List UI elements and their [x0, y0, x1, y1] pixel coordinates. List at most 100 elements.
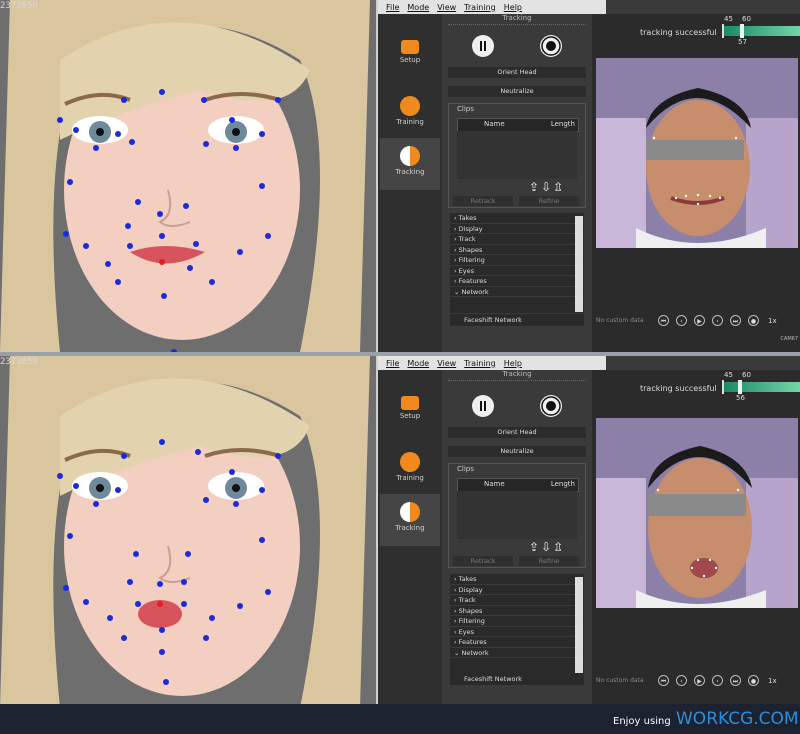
accordion-filtering[interactable]: › Filtering: [450, 255, 584, 266]
menu-mode[interactable]: Mode: [407, 359, 429, 368]
retrack-button[interactable]: Retrack: [453, 556, 513, 566]
pause-button[interactable]: [472, 35, 494, 57]
accordion-scrollbar[interactable]: [575, 216, 583, 312]
sidebar-item-training[interactable]: Training: [380, 444, 440, 496]
upload-icon[interactable]: ⇪: [529, 180, 541, 194]
avatar-viewport[interactable]: 2373050: [0, 0, 376, 352]
orient-head-button[interactable]: Orient Head: [448, 427, 586, 438]
clips-col-length[interactable]: Length: [551, 480, 575, 488]
play-button[interactable]: ▶: [694, 315, 705, 326]
loop-button[interactable]: ●: [748, 675, 759, 686]
step-back-button[interactable]: ‹: [676, 675, 687, 686]
menu-help[interactable]: Help: [504, 359, 522, 368]
accordion-takes[interactable]: › Takes: [450, 213, 584, 224]
upload-icon[interactable]: ⇪: [529, 540, 541, 554]
export-icon[interactable]: ⇫: [553, 180, 565, 194]
frame-number: 2373050: [0, 357, 38, 367]
accordion-track[interactable]: › Track: [450, 595, 584, 606]
meter-value: 56: [736, 394, 745, 402]
sidebar-item-training[interactable]: Training: [380, 88, 440, 140]
avatar-viewport[interactable]: 2373050: [0, 356, 376, 708]
record-button[interactable]: [540, 35, 562, 57]
meter-label-left: 45: [724, 371, 733, 379]
clips-col-name[interactable]: Name: [484, 120, 505, 128]
clips-col-name[interactable]: Name: [484, 480, 505, 488]
smiley-icon: [400, 96, 420, 116]
accordion-shapes[interactable]: › Shapes: [450, 245, 584, 255]
step-back-button[interactable]: ‹: [676, 315, 687, 326]
loop-button[interactable]: ●: [748, 315, 759, 326]
menu-bar: File Mode View Training Help: [378, 0, 606, 14]
accordion-scrollbar[interactable]: [575, 577, 583, 673]
pause-icon: [480, 401, 486, 411]
menu-help[interactable]: Help: [504, 3, 522, 12]
step-forward-button[interactable]: ›: [712, 675, 723, 686]
accordion-features[interactable]: › Features: [450, 276, 584, 287]
clips-col-length[interactable]: Length: [551, 120, 575, 128]
settings-accordion: › Takes › Display › Track › Shapes › Fil…: [450, 574, 584, 674]
accordion-eyes[interactable]: › Eyes: [450, 627, 584, 637]
playback-info[interactable]: No custom data: [596, 677, 644, 684]
playback-info[interactable]: No custom data: [596, 317, 644, 324]
download-icon[interactable]: ⇩: [541, 180, 553, 194]
accordion-shapes[interactable]: › Shapes: [450, 606, 584, 616]
menu-view[interactable]: View: [437, 359, 456, 368]
accordion-filtering[interactable]: › Filtering: [450, 616, 584, 627]
clips-title: Clips: [457, 465, 474, 473]
meter-value: 57: [738, 38, 747, 46]
sidebar-item-setup[interactable]: Setup: [380, 32, 440, 84]
footer-brand-logo[interactable]: WORKCG.COM: [676, 709, 799, 729]
orient-head-button[interactable]: Orient Head: [448, 67, 586, 78]
refine-button[interactable]: Refine: [519, 556, 579, 566]
download-icon[interactable]: ⇩: [541, 540, 553, 554]
clips-group: Clips Name Length ⇪⇩⇫ Retrack Refine: [448, 463, 586, 568]
sidebar-item-setup[interactable]: Setup: [380, 388, 440, 440]
sidebar-label-tracking: Tracking: [395, 524, 425, 532]
face-profile-icon: [400, 502, 420, 522]
export-icon[interactable]: ⇫: [553, 540, 565, 554]
meter-threshold-marker: [722, 380, 724, 394]
accordion-display[interactable]: › Display: [450, 585, 584, 595]
accordion-features[interactable]: › Features: [450, 637, 584, 648]
footer-bar: Enjoy using WORKCG.COM: [0, 704, 800, 734]
clips-list[interactable]: [457, 491, 577, 539]
rewind-button[interactable]: ⏮: [658, 675, 669, 686]
speed-select[interactable]: 1x: [768, 317, 777, 325]
footer-enjoy-text: Enjoy using: [613, 716, 671, 727]
clips-list[interactable]: [457, 131, 577, 179]
menu-view[interactable]: View: [437, 3, 456, 12]
rewind-button[interactable]: ⏮: [658, 315, 669, 326]
neutralize-button[interactable]: Neutralize: [448, 446, 586, 457]
pause-button[interactable]: [472, 395, 494, 417]
menu-file[interactable]: File: [386, 359, 399, 368]
refine-button[interactable]: Refine: [519, 196, 579, 206]
play-button[interactable]: ▶: [694, 675, 705, 686]
camera-area: tracking successful 45 60 56 No custom d…: [592, 370, 800, 708]
network-select[interactable]: Faceshift Network: [450, 314, 584, 326]
mode-sidebar: Setup Training Tracking: [378, 14, 442, 352]
accordion-track[interactable]: › Track: [450, 234, 584, 245]
clips-table-header: Name Length: [457, 118, 579, 132]
neutralize-button[interactable]: Neutralize: [448, 86, 586, 97]
fast-forward-button[interactable]: ⏭: [730, 315, 741, 326]
menu-bar: File Mode View Training Help: [378, 356, 606, 370]
menu-file[interactable]: File: [386, 3, 399, 12]
sidebar-item-tracking[interactable]: Tracking: [380, 138, 440, 190]
retrack-button[interactable]: Retrack: [453, 196, 513, 206]
menu-mode[interactable]: Mode: [407, 3, 429, 12]
network-select[interactable]: Faceshift Network: [450, 673, 584, 685]
tracking-header: Tracking: [448, 14, 586, 25]
menu-training[interactable]: Training: [464, 359, 496, 368]
menu-training[interactable]: Training: [464, 3, 496, 12]
record-button[interactable]: [540, 395, 562, 417]
accordion-display[interactable]: › Display: [450, 224, 584, 234]
sidebar-item-tracking[interactable]: Tracking: [380, 494, 440, 546]
accordion-network[interactable]: ⌄ Network: [450, 648, 584, 658]
accordion-eyes[interactable]: › Eyes: [450, 266, 584, 276]
accordion-network[interactable]: ⌄ Network: [450, 287, 584, 297]
fast-forward-button[interactable]: ⏭: [730, 675, 741, 686]
accordion-takes[interactable]: › Takes: [450, 574, 584, 585]
step-forward-button[interactable]: ›: [712, 315, 723, 326]
speed-select[interactable]: 1x: [768, 677, 777, 685]
camera-image: [596, 58, 798, 248]
